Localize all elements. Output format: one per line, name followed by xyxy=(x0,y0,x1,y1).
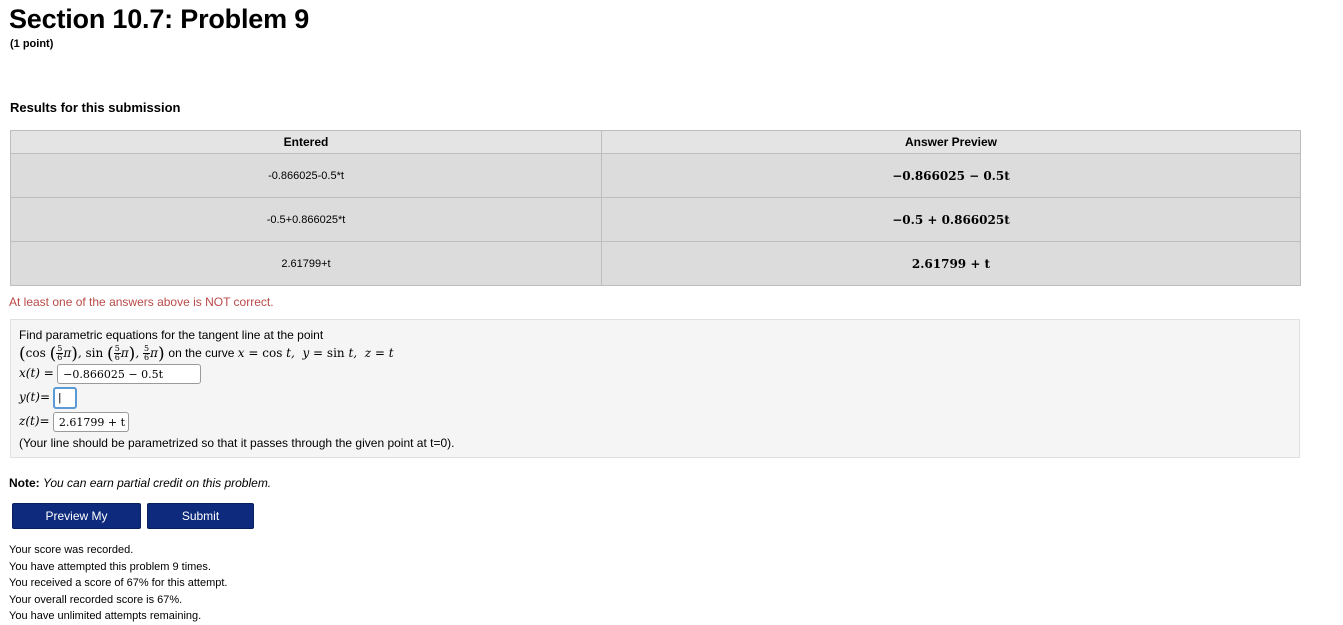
note-label: Note: xyxy=(9,476,40,490)
table-row: -0.5+0.866025*t −0.5 + 0.866025t xyxy=(10,197,1301,242)
preview-cell: 2.61799 + t xyxy=(601,241,1301,286)
preview-answers-button[interactable]: Preview My Answers xyxy=(12,503,141,547)
score-summary: Your score was recorded. You have attemp… xyxy=(9,542,228,625)
entered-cell: 2.61799+t xyxy=(10,241,602,286)
results-heading: Results for this submission xyxy=(10,100,181,115)
score-line: You have attempted this problem 9 times. xyxy=(9,560,211,573)
score-line: Your overall recorded score is 67%. xyxy=(9,593,183,606)
entered-cell: -0.5+0.866025*t xyxy=(10,197,602,242)
preview-cell: −0.5 + 0.866025t xyxy=(601,197,1301,242)
results-header-row: Entered Answer Preview xyxy=(10,130,1301,154)
note-text: You can earn partial credit on this prob… xyxy=(43,476,272,490)
submit-answers-button[interactable]: Submit Answers xyxy=(147,503,254,547)
problem-point-and-curve: (cos (5 6 π), sin (5 6 π), 5 6 π) on the curve… xyxy=(19,344,394,364)
entered-cell: -0.866025-0.5*t xyxy=(10,153,602,198)
score-line: You have unlimited attempts remaining. xyxy=(9,610,202,622)
table-row: 2.61799+t 2.61799 + t xyxy=(10,241,1301,286)
partial-credit-note: Note: You can earn partial credit on thi… xyxy=(9,476,271,490)
x-answer-input[interactable]: −0.866025 − 0.5t xyxy=(57,364,202,384)
incorrect-status-message: At least one of the answers above is NOT… xyxy=(9,295,274,309)
problem-statement-box: Find parametric equations for the tangen… xyxy=(10,319,1300,458)
score-line: Your score was recorded. xyxy=(9,544,134,556)
point-expression: (cos (5 6 π), sin (5 6 π), 5 6 π) xyxy=(19,344,165,364)
table-row: -0.866025-0.5*t −0.866025 − 0.5t xyxy=(10,153,1301,198)
on-curve-text: on the curve xyxy=(168,346,235,360)
problem-title: Section 10.7: Problem 9 xyxy=(9,4,310,34)
z-answer-row: z(t)= 2.61799 + t xyxy=(19,412,129,432)
y-answer-row: y(t)= | xyxy=(19,387,78,409)
curve-expression: x = cos t, y = sin t, z = t xyxy=(237,346,394,360)
x-answer-row: x(t) = −0.866025 − 0.5t xyxy=(19,364,202,384)
preview-cell: −0.866025 − 0.5t xyxy=(601,153,1301,198)
z-answer-input[interactable]: 2.61799 + t xyxy=(52,412,129,432)
results-table: Entered Answer Preview -0.866025-0.5*t −… xyxy=(10,130,1301,286)
z-label: z(t)= xyxy=(19,414,50,429)
y-answer-input[interactable]: | xyxy=(53,387,78,409)
x-label: x(t) = xyxy=(19,366,54,381)
problem-footnote: (Your line should be parametrized so tha… xyxy=(19,436,455,450)
y-label: y(t)= xyxy=(19,390,51,405)
column-header-entered: Entered xyxy=(10,130,602,154)
point-value: (1 point) xyxy=(10,38,54,50)
column-header-answer-preview: Answer Preview xyxy=(601,130,1301,154)
score-line: You received a score of 67% for this att… xyxy=(9,577,228,589)
problem-intro: Find parametric equations for the tangen… xyxy=(19,328,324,342)
